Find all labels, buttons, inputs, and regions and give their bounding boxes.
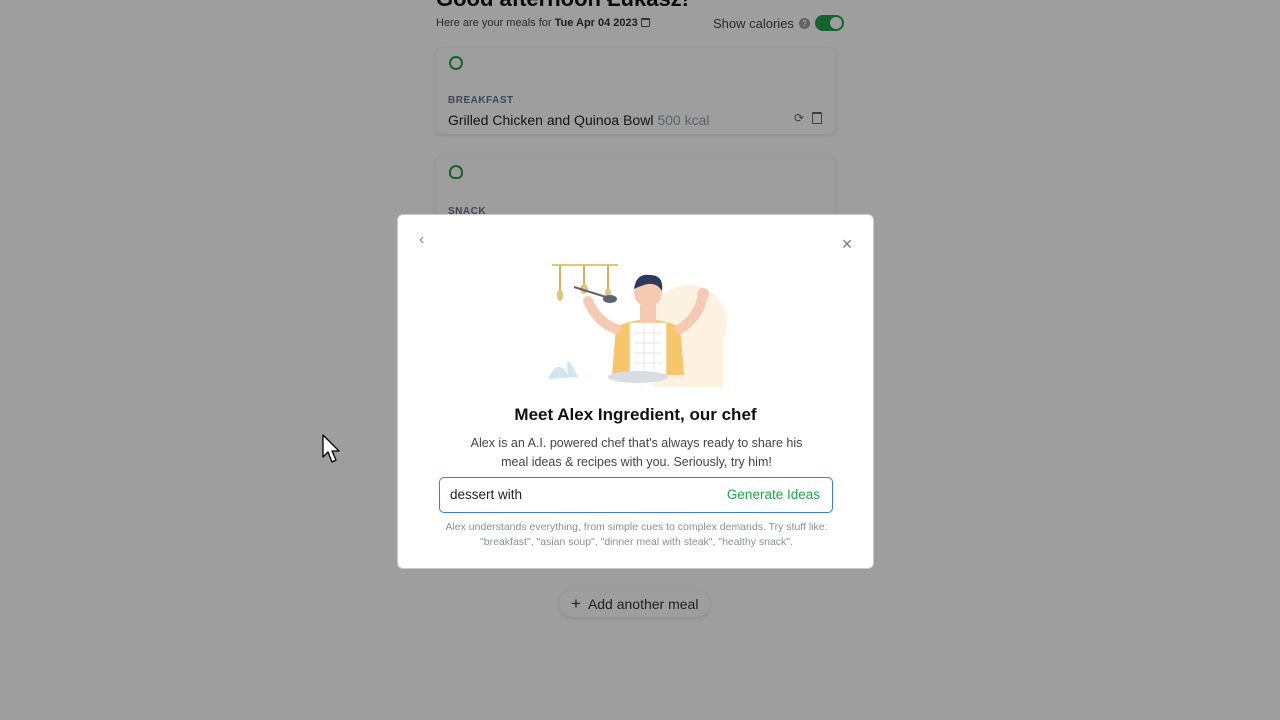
generate-ideas-button[interactable]: Generate Ideas — [727, 478, 820, 511]
mouse-cursor-icon — [322, 434, 340, 463]
back-icon[interactable]: ‹ — [419, 232, 433, 248]
idea-prompt-field: Generate Ideas — [439, 477, 833, 513]
idea-prompt-input[interactable] — [450, 478, 710, 511]
modal-description: Alex is an A.I. powered chef that's alwa… — [470, 436, 803, 469]
modal-title: Meet Alex Ingredient, our chef — [514, 405, 757, 424]
hint-text: Alex understands everything, from simple… — [445, 521, 828, 548]
close-icon[interactable]: × — [839, 235, 855, 253]
chef-modal: ‹ × Meet Alex Ingredient, our chef Alex … — [397, 214, 874, 569]
chef-illustration — [548, 264, 727, 387]
